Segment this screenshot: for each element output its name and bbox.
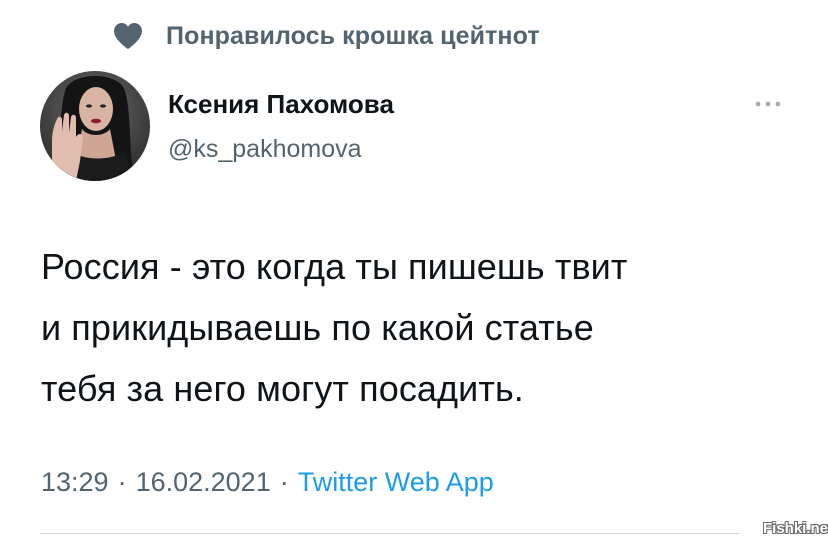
tweet-text: Россия - это когда ты пишешь твит и прик…	[41, 236, 801, 419]
tweet-source-link[interactable]: Twitter Web App	[298, 467, 494, 498]
tweet-line: Россия - это когда ты пишешь твит	[41, 246, 628, 287]
tweet-line: и прикидываешь по какой статье	[41, 307, 594, 348]
social-context-label: Понравилось крошка цейтнот	[166, 21, 540, 50]
meta-separator: ·	[117, 467, 127, 497]
more-menu-button[interactable]	[748, 94, 788, 114]
more-dots-icon	[753, 95, 783, 113]
tweet-time[interactable]: 13:29	[41, 467, 109, 498]
tweet-meta: 13:29 · 16.02.2021 · Twitter Web App	[41, 467, 494, 498]
meta-separator: ·	[279, 467, 289, 497]
author-handle[interactable]: @ks_pakhomova	[168, 135, 362, 164]
author-name[interactable]: Ксения Пахомова	[168, 89, 394, 120]
watermark: Fishki.net	[763, 520, 828, 537]
tweet-date[interactable]: 16.02.2021	[136, 467, 271, 498]
heart-icon	[112, 21, 144, 51]
tweet-line: тебя за него могут посадить.	[41, 368, 524, 409]
divider	[40, 533, 740, 534]
social-context[interactable]: Понравилось крошка цейтнот	[112, 18, 540, 54]
avatar[interactable]	[40, 71, 150, 181]
